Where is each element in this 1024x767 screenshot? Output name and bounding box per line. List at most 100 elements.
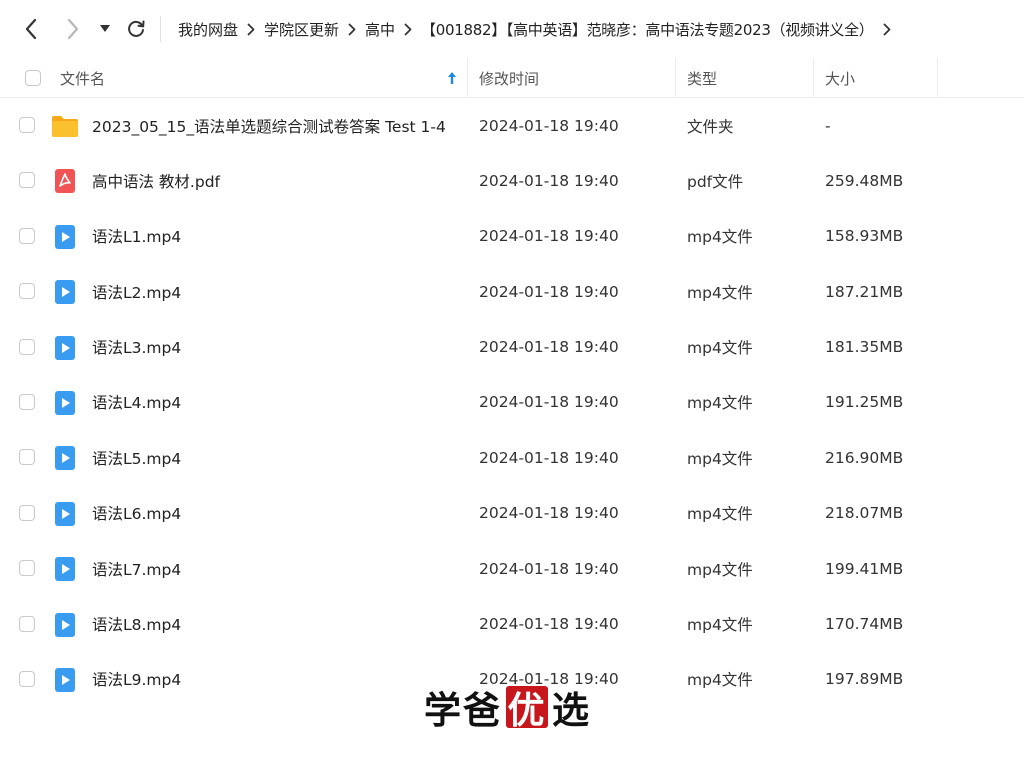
file-modified: 2024-01-18 19:40 bbox=[479, 338, 619, 357]
file-row[interactable]: 高中语法 教材.pdf 2024-01-18 19:40 pdf文件 259.4… bbox=[0, 153, 1024, 208]
file-name[interactable]: 语法L2.mp4 bbox=[92, 264, 181, 319]
file-size: 191.25MB bbox=[825, 393, 904, 412]
breadcrumb-separator-icon bbox=[395, 23, 421, 36]
file-type: mp4文件 bbox=[687, 394, 753, 413]
column-header-size-label: 大小 bbox=[825, 69, 856, 88]
file-size: 181.35MB bbox=[825, 338, 904, 357]
row-checkbox[interactable] bbox=[19, 615, 35, 632]
column-divider[interactable] bbox=[813, 58, 814, 98]
file-row[interactable]: 语法L8.mp4 2024-01-18 19:40 mp4文件 170.74MB bbox=[0, 597, 1024, 652]
file-name[interactable]: 语法L1.mp4 bbox=[92, 209, 181, 264]
back-button[interactable] bbox=[17, 14, 45, 44]
breadcrumb-separator-icon bbox=[238, 23, 264, 36]
row-checkbox[interactable] bbox=[19, 117, 35, 133]
watermark-logo: 学爸 优 选 bbox=[424, 683, 591, 732]
breadcrumb: 我的网盘 学院区更新 高中 【001882】【高中英语】范晓彦：高中语法专题20… bbox=[178, 0, 1024, 58]
column-header-modified-label: 修改时间 bbox=[479, 69, 540, 88]
file-type: mp4文件 bbox=[687, 560, 753, 579]
column-divider[interactable] bbox=[467, 58, 468, 98]
forward-button[interactable] bbox=[59, 14, 87, 44]
breadcrumb-item-academy-updates[interactable]: 学院区更新 bbox=[264, 19, 339, 40]
file-row[interactable]: 语法L5.mp4 2024-01-18 19:40 mp4文件 216.90MB bbox=[0, 430, 1024, 485]
file-row[interactable]: 语法L1.mp4 2024-01-18 19:40 mp4文件 158.93MB bbox=[0, 209, 1024, 264]
file-type: mp4文件 bbox=[687, 339, 753, 358]
caret-down-icon bbox=[100, 25, 110, 32]
file-modified: 2024-01-18 19:40 bbox=[479, 282, 619, 301]
breadcrumb-item-high-school[interactable]: 高中 bbox=[365, 19, 395, 40]
breadcrumb-item-my-drive[interactable]: 我的网盘 bbox=[178, 19, 238, 40]
file-size: 158.93MB bbox=[825, 227, 904, 246]
refresh-button[interactable] bbox=[122, 14, 150, 44]
file-row[interactable]: 语法L4.mp4 2024-01-18 19:40 mp4文件 191.25MB bbox=[0, 375, 1024, 430]
refresh-icon bbox=[128, 20, 145, 37]
file-size: 187.21MB bbox=[825, 282, 904, 301]
row-checkbox[interactable] bbox=[19, 393, 35, 410]
file-name[interactable]: 语法L5.mp4 bbox=[92, 430, 181, 485]
file-name[interactable]: 语法L9.mp4 bbox=[92, 652, 181, 707]
pdf-icon bbox=[51, 168, 79, 194]
watermark-text: 选 bbox=[552, 688, 591, 732]
column-header-name[interactable]: 文件名 bbox=[60, 58, 465, 98]
row-checkbox[interactable] bbox=[19, 283, 35, 300]
chevron-left-icon bbox=[25, 18, 37, 40]
file-type: mp4文件 bbox=[687, 505, 753, 524]
history-dropdown-button[interactable] bbox=[92, 14, 118, 44]
watermark-text: 学爸 bbox=[424, 688, 502, 732]
video-icon bbox=[51, 667, 79, 693]
video-icon bbox=[51, 390, 79, 416]
file-size: 259.48MB bbox=[825, 171, 904, 190]
file-row[interactable]: 语法L7.mp4 2024-01-18 19:40 mp4文件 199.41MB bbox=[0, 541, 1024, 596]
file-type: pdf文件 bbox=[687, 172, 744, 191]
column-header-modified[interactable]: 修改时间 bbox=[479, 58, 539, 98]
select-all-checkbox[interactable] bbox=[25, 70, 41, 86]
file-modified: 2024-01-18 19:40 bbox=[479, 448, 619, 467]
breadcrumb-more-icon[interactable] bbox=[874, 23, 900, 36]
file-modified: 2024-01-18 19:40 bbox=[479, 504, 619, 523]
row-checkbox[interactable] bbox=[19, 338, 35, 355]
row-checkbox[interactable] bbox=[19, 670, 35, 687]
file-row[interactable]: 语法L3.mp4 2024-01-18 19:40 mp4文件 181.35MB bbox=[0, 320, 1024, 375]
file-name[interactable]: 语法L3.mp4 bbox=[92, 320, 181, 375]
file-row[interactable]: 2023_05_15_语法单选题综合测试卷答案 Test 1-4 2024-01… bbox=[0, 98, 1024, 153]
file-row[interactable]: 语法L6.mp4 2024-01-18 19:40 mp4文件 218.07MB bbox=[0, 486, 1024, 541]
column-header-type-label: 类型 bbox=[687, 69, 718, 88]
breadcrumb-item-current-folder[interactable]: 【001882】【高中英语】范晓彦：高中语法专题2023（视频讲义全） bbox=[421, 19, 874, 40]
file-name[interactable]: 语法L7.mp4 bbox=[92, 541, 181, 596]
column-divider[interactable] bbox=[937, 58, 938, 98]
file-modified: 2024-01-18 19:40 bbox=[479, 171, 619, 190]
select-all-checkbox-cell bbox=[25, 58, 41, 98]
file-size: 197.89MB bbox=[825, 670, 904, 689]
file-type: mp4文件 bbox=[687, 283, 753, 302]
video-icon bbox=[51, 279, 79, 305]
file-name[interactable]: 语法L4.mp4 bbox=[92, 375, 181, 430]
file-modified: 2024-01-18 19:40 bbox=[479, 227, 619, 246]
column-divider[interactable] bbox=[675, 58, 676, 98]
sort-ascending-icon[interactable] bbox=[447, 71, 457, 85]
video-icon bbox=[51, 445, 79, 471]
row-checkbox[interactable] bbox=[19, 449, 35, 466]
file-type: mp4文件 bbox=[687, 671, 753, 690]
file-name[interactable]: 高中语法 教材.pdf bbox=[92, 153, 220, 208]
file-name[interactable]: 语法L6.mp4 bbox=[92, 486, 181, 541]
folder-icon bbox=[51, 113, 79, 139]
file-type: mp4文件 bbox=[687, 228, 753, 247]
column-header-size[interactable]: 大小 bbox=[825, 58, 855, 98]
row-checkbox[interactable] bbox=[19, 172, 35, 189]
watermark-seal: 优 bbox=[506, 686, 548, 732]
file-modified: 2024-01-18 19:40 bbox=[479, 116, 619, 135]
file-size: 199.41MB bbox=[825, 559, 904, 578]
breadcrumb-separator-icon bbox=[339, 23, 365, 36]
file-size: - bbox=[825, 116, 831, 135]
row-checkbox[interactable] bbox=[19, 560, 35, 577]
column-header-type[interactable]: 类型 bbox=[687, 58, 717, 98]
file-name[interactable]: 语法L8.mp4 bbox=[92, 597, 181, 652]
file-list: 2023_05_15_语法单选题综合测试卷答案 Test 1-4 2024-01… bbox=[0, 98, 1024, 707]
row-checkbox[interactable] bbox=[19, 227, 35, 244]
file-row[interactable]: 语法L2.mp4 2024-01-18 19:40 mp4文件 187.21MB bbox=[0, 264, 1024, 319]
file-modified: 2024-01-18 19:40 bbox=[479, 615, 619, 634]
file-size: 218.07MB bbox=[825, 504, 904, 523]
file-name[interactable]: 2023_05_15_语法单选题综合测试卷答案 Test 1-4 bbox=[92, 98, 446, 153]
row-checkbox[interactable] bbox=[19, 504, 35, 521]
column-header-name-label: 文件名 bbox=[60, 69, 106, 88]
file-size: 216.90MB bbox=[825, 448, 904, 467]
